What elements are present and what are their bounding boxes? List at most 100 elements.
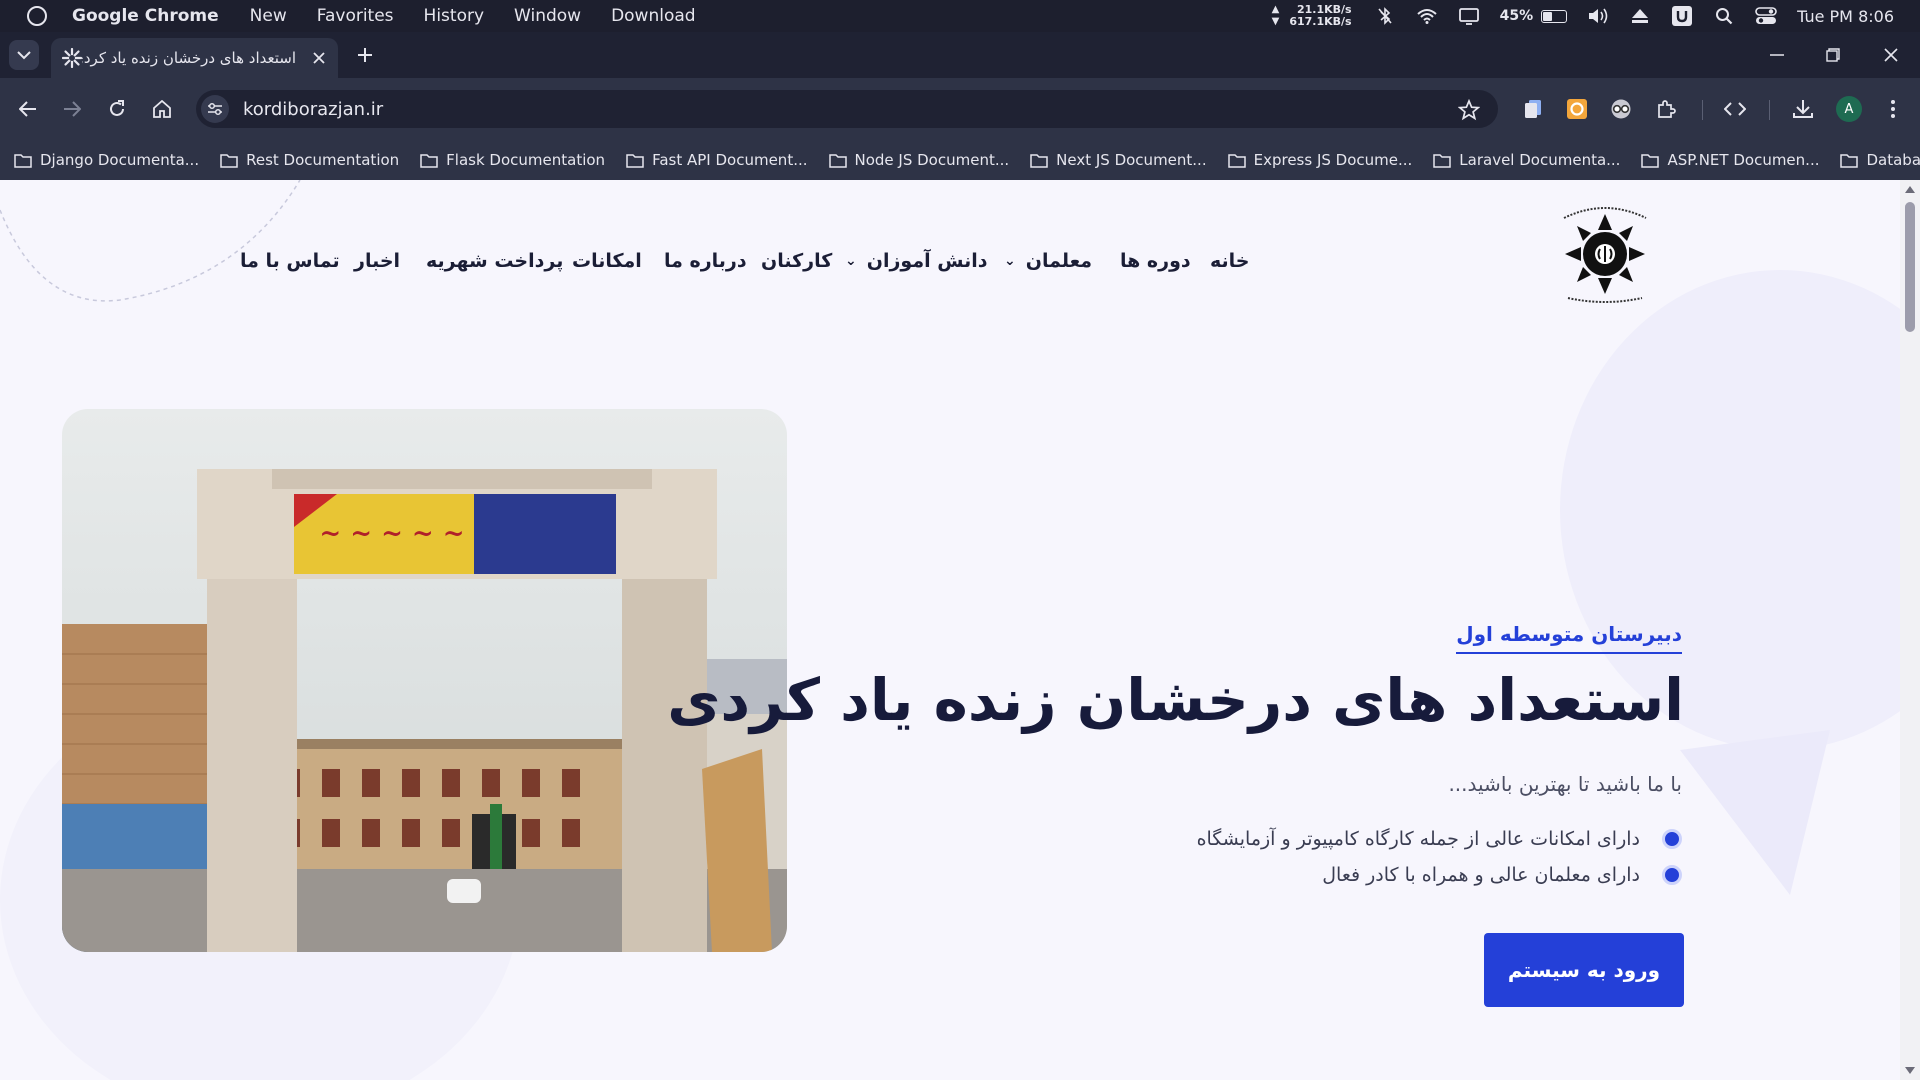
network-arrows-icon: ▲ ▼ <box>1271 4 1280 27</box>
chevron-down-icon: ⌄ <box>845 253 857 269</box>
site-info-icon[interactable] <box>201 95 229 123</box>
nav-students-label: دانش آموزان <box>866 250 988 272</box>
browser-toolbar: kordiborazjan.ir A <box>0 78 1920 140</box>
app-name[interactable]: Google Chrome <box>72 6 219 26</box>
close-window-icon[interactable] <box>1878 42 1904 68</box>
chevron-down-icon <box>17 50 31 59</box>
scroll-down-arrow-icon[interactable] <box>1905 1067 1915 1074</box>
folder-icon <box>220 153 238 168</box>
bookmarks-bar: Django Documenta... Rest Documentation F… <box>0 140 1920 180</box>
scroll-up-arrow-icon[interactable] <box>1905 186 1915 193</box>
battery-indicator[interactable]: 45% <box>1500 8 1568 24</box>
nav-tuition[interactable]: پرداخت شهریه <box>426 250 563 272</box>
profile-avatar[interactable]: A <box>1836 96 1862 122</box>
menu-new[interactable]: New <box>250 6 287 26</box>
page-scrollbar[interactable] <box>1900 180 1920 1080</box>
folder-icon <box>626 153 644 168</box>
feature-item: دارای امکانات عالی از جمله کارگاه کامپیو… <box>1197 828 1682 850</box>
spotlight-search-icon[interactable] <box>1713 7 1735 25</box>
chevron-down-icon: ⌄ <box>1004 253 1016 269</box>
apple-icon[interactable] <box>27 6 47 26</box>
bookmark-aspnet[interactable]: ASP.NET Documen... <box>1641 151 1819 169</box>
forward-arrow-icon[interactable] <box>58 95 86 123</box>
new-tab-button[interactable] <box>352 42 378 68</box>
tab-title: استعداد های درخشان زنده یاد کردی <box>82 49 296 67</box>
folder-icon <box>14 153 32 168</box>
bullet-icon <box>1662 829 1682 849</box>
address-bar[interactable]: kordiborazjan.ir <box>196 90 1498 128</box>
bookmark-database[interactable]: Database <box>1840 151 1920 169</box>
bookmark-star-icon[interactable] <box>1457 98 1481 121</box>
battery-icon <box>1541 9 1568 23</box>
nav-news[interactable]: اخبار <box>354 250 400 272</box>
bookmark-rest[interactable]: Rest Documentation <box>220 151 399 169</box>
reload-icon[interactable] <box>103 95 131 123</box>
bookmark-label: Express JS Docume... <box>1253 151 1413 169</box>
battery-percent: 45% <box>1499 8 1534 24</box>
bookmark-label: Next JS Document... <box>1056 151 1207 169</box>
scrollbar-thumb[interactable] <box>1905 202 1915 332</box>
ublock-icon[interactable] <box>1671 6 1693 26</box>
nav-teachers[interactable]: معلمان ⌄ <box>1004 250 1092 272</box>
menu-download[interactable]: Download <box>611 6 696 26</box>
bookmark-label: Laravel Documenta... <box>1459 151 1621 169</box>
tab-strip: استعداد های درخشان زنده یاد کردی <box>0 32 1920 78</box>
restore-window-icon[interactable] <box>1820 42 1846 68</box>
back-arrow-icon[interactable] <box>14 95 42 123</box>
nav-staff[interactable]: کارکنان <box>761 250 832 272</box>
clock[interactable]: Tue PM 8:06 <box>1797 7 1894 26</box>
extension-glasses-icon[interactable] <box>1607 95 1635 123</box>
net-down: 617.1KB/s <box>1289 15 1352 28</box>
minimize-window-icon[interactable] <box>1764 42 1790 68</box>
menu-favorites[interactable]: Favorites <box>317 6 394 26</box>
bookmark-label: Django Documenta... <box>40 151 200 169</box>
active-tab[interactable]: استعداد های درخشان زنده یاد کردی <box>51 38 338 78</box>
bookmark-nextjs[interactable]: Next JS Document... <box>1030 151 1207 169</box>
web-page: خانه دوره ها معلمان ⌄ دانش آموزان ⌄ کارکنا… <box>0 180 1900 1080</box>
devtools-code-icon[interactable] <box>1721 95 1749 123</box>
url-text[interactable]: kordiborazjan.ir <box>243 99 383 120</box>
home-icon[interactable] <box>148 95 176 123</box>
file-extension-icon[interactable] <box>1519 95 1547 123</box>
bookmark-label: ASP.NET Documen... <box>1667 151 1820 169</box>
bluetooth-off-icon[interactable] <box>1374 7 1396 25</box>
bookmark-label: Fast API Document... <box>652 151 808 169</box>
bookmark-django[interactable]: Django Documenta... <box>14 151 199 169</box>
nav-about[interactable]: درباره ما <box>664 250 747 272</box>
menu-window[interactable]: Window <box>514 6 581 26</box>
feature-item: دارای معلمان عالی و همراه با کادر فعال <box>1322 864 1682 886</box>
nav-teachers-label: معلمان <box>1025 250 1093 272</box>
volume-icon[interactable] <box>1587 7 1609 25</box>
hero-tagline: با ما باشید تا بهترین باشید... <box>1448 772 1682 796</box>
hero-subtitle[interactable]: دبیرستان متوسطه اول <box>1456 622 1682 654</box>
bookmark-laravel[interactable]: Laravel Documenta... <box>1433 151 1620 169</box>
folder-icon <box>1227 153 1246 168</box>
display-icon[interactable] <box>1458 7 1480 25</box>
wifi-icon[interactable] <box>1416 7 1438 25</box>
bookmark-flask[interactable]: Flask Documentation <box>420 151 605 169</box>
folder-icon <box>420 153 438 168</box>
bookmark-expressjs[interactable]: Express JS Docume... <box>1227 151 1413 169</box>
tab-search-button[interactable] <box>9 40 39 70</box>
nav-home[interactable]: خانه <box>1210 250 1249 272</box>
nav-courses[interactable]: دوره ها <box>1120 250 1191 272</box>
more-menu-icon[interactable] <box>1879 95 1907 123</box>
nav-students[interactable]: دانش آموزان ⌄ <box>845 250 987 272</box>
eject-icon[interactable] <box>1629 7 1651 25</box>
plus-icon <box>358 48 372 62</box>
control-center-icon[interactable] <box>1755 7 1777 25</box>
login-button[interactable]: ورود به سیستم <box>1484 933 1684 1007</box>
nav-contact[interactable]: تماس با ما <box>240 250 340 272</box>
extensions-puzzle-icon[interactable] <box>1652 95 1680 123</box>
extension-orange-icon[interactable] <box>1563 95 1591 123</box>
bookmark-nodejs[interactable]: Node JS Document... <box>828 151 1009 169</box>
menu-history[interactable]: History <box>424 6 484 26</box>
nav-facilities[interactable]: امکانات <box>572 250 642 272</box>
bookmark-fastapi[interactable]: Fast API Document... <box>626 151 808 169</box>
folder-icon <box>828 153 847 168</box>
downloads-icon[interactable] <box>1789 95 1817 123</box>
feature-text: دارای معلمان عالی و همراه با کادر فعال <box>1322 864 1640 886</box>
folder-icon <box>1641 153 1660 168</box>
bookmark-label: Rest Documentation <box>246 151 400 169</box>
close-tab-icon[interactable] <box>308 47 330 69</box>
